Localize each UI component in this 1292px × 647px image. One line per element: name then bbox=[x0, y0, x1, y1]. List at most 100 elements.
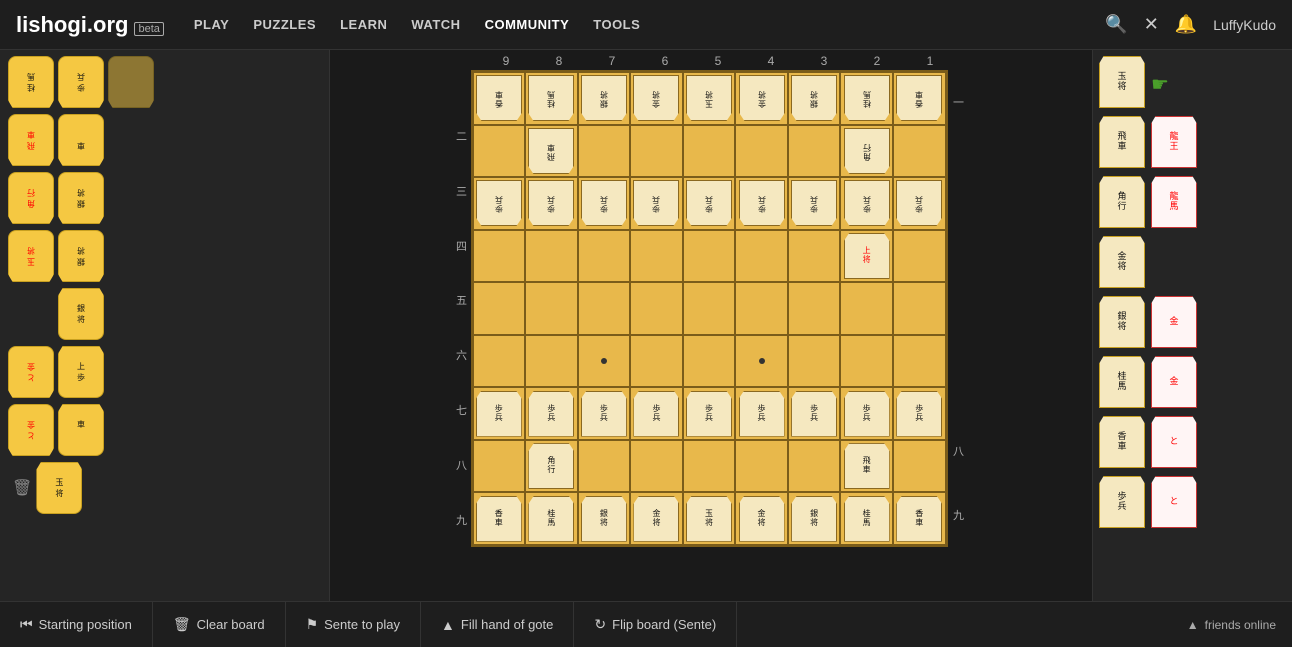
cell-r8-c9[interactable] bbox=[893, 440, 946, 493]
left-piece-1[interactable]: 桂馬 bbox=[8, 56, 54, 108]
cell-r9-c7[interactable]: 銀将 bbox=[788, 492, 841, 545]
nav-tools[interactable]: TOOLS bbox=[593, 17, 640, 32]
rp-lance-promoted[interactable]: と bbox=[1151, 416, 1197, 468]
cell-r3-c7[interactable]: 歩兵 bbox=[788, 177, 841, 230]
cell-r2-c2[interactable]: 飛車 bbox=[525, 125, 578, 178]
piece-r3-c1[interactable]: 歩兵 bbox=[476, 180, 522, 226]
piece-r9-c3[interactable]: 銀将 bbox=[581, 496, 627, 542]
piece-r7-c4[interactable]: 歩兵 bbox=[633, 391, 679, 437]
rp-rook[interactable]: 飛車 bbox=[1099, 116, 1145, 168]
rp-knight-promoted[interactable]: 金 bbox=[1151, 356, 1197, 408]
rp-rook-promoted[interactable]: 龍王 bbox=[1151, 116, 1197, 168]
left-piece-5[interactable]: 車 bbox=[58, 114, 104, 166]
cell-r5-c6[interactable] bbox=[735, 282, 788, 335]
piece-r9-c6[interactable]: 金将 bbox=[739, 496, 785, 542]
cell-r3-c9[interactable]: 歩兵 bbox=[893, 177, 946, 230]
cell-r1-c7[interactable]: 銀将 bbox=[788, 72, 841, 125]
close-icon[interactable]: ✕ bbox=[1144, 14, 1159, 35]
left-piece-12[interactable]: 上歩 bbox=[58, 346, 104, 398]
piece-r3-c9[interactable]: 歩兵 bbox=[896, 180, 942, 226]
piece-r7-c5[interactable]: 歩兵 bbox=[686, 391, 732, 437]
cell-r2-c9[interactable] bbox=[893, 125, 946, 178]
left-piece-14[interactable]: 車 bbox=[58, 404, 104, 456]
piece-r1-c2[interactable]: 桂馬 bbox=[528, 75, 574, 121]
left-piece-2[interactable]: 歩兵 bbox=[58, 56, 104, 108]
cell-r7-c5[interactable]: 歩兵 bbox=[683, 387, 736, 440]
piece-r3-c7[interactable]: 歩兵 bbox=[791, 180, 837, 226]
cell-r5-c2[interactable] bbox=[525, 282, 578, 335]
piece-r1-c3[interactable]: 銀将 bbox=[581, 75, 627, 121]
cell-r1-c1[interactable]: 香車 bbox=[473, 72, 526, 125]
cell-r3-c2[interactable]: 歩兵 bbox=[525, 177, 578, 230]
piece-r1-c6[interactable]: 金将 bbox=[739, 75, 785, 121]
search-icon[interactable]: 🔍 bbox=[1105, 14, 1127, 35]
cell-r7-c8[interactable]: 歩兵 bbox=[840, 387, 893, 440]
left-piece-7[interactable]: 銀将 bbox=[58, 172, 104, 224]
cell-r6-c6[interactable] bbox=[735, 335, 788, 388]
piece-r1-c4[interactable]: 金将 bbox=[633, 75, 679, 121]
starting-position-btn[interactable]: ⏮ Starting position bbox=[0, 602, 153, 647]
piece-r9-c2[interactable]: 桂馬 bbox=[528, 496, 574, 542]
cell-r8-c7[interactable] bbox=[788, 440, 841, 493]
cell-r4-c8[interactable]: 上将 bbox=[840, 230, 893, 283]
cell-r1-c3[interactable]: 銀将 bbox=[578, 72, 631, 125]
cell-r5-c7[interactable] bbox=[788, 282, 841, 335]
cell-r4-c6[interactable] bbox=[735, 230, 788, 283]
left-piece-11[interactable]: と金 bbox=[8, 346, 54, 398]
piece-r1-c8[interactable]: 桂馬 bbox=[844, 75, 890, 121]
shogi-board[interactable]: 香車桂馬銀将金将玉将金将銀将桂馬香車飛車角行歩兵歩兵歩兵歩兵歩兵歩兵歩兵歩兵歩兵… bbox=[471, 70, 948, 547]
left-piece-8[interactable]: 玉将 bbox=[8, 230, 54, 282]
cell-r8-c6[interactable] bbox=[735, 440, 788, 493]
left-piece-13[interactable]: と金 bbox=[8, 404, 54, 456]
cell-r6-c7[interactable] bbox=[788, 335, 841, 388]
cell-r4-c1[interactable] bbox=[473, 230, 526, 283]
cell-r5-c4[interactable] bbox=[630, 282, 683, 335]
cell-r2-c4[interactable] bbox=[630, 125, 683, 178]
cell-r9-c9[interactable]: 香車 bbox=[893, 492, 946, 545]
cell-r4-c2[interactable] bbox=[525, 230, 578, 283]
piece-r9-c9[interactable]: 香車 bbox=[896, 496, 942, 542]
rp-knight[interactable]: 桂馬 bbox=[1099, 356, 1145, 408]
piece-r3-c4[interactable]: 歩兵 bbox=[633, 180, 679, 226]
piece-r7-c8[interactable]: 歩兵 bbox=[844, 391, 890, 437]
cell-r3-c6[interactable]: 歩兵 bbox=[735, 177, 788, 230]
nav-community[interactable]: COMMUNITY bbox=[485, 17, 570, 32]
cell-r5-c1[interactable] bbox=[473, 282, 526, 335]
cell-r6-c4[interactable] bbox=[630, 335, 683, 388]
cell-r3-c8[interactable]: 歩兵 bbox=[840, 177, 893, 230]
rp-bishop[interactable]: 角行 bbox=[1099, 176, 1145, 228]
rp-king[interactable]: 玉将 bbox=[1099, 56, 1145, 108]
cell-r6-c1[interactable] bbox=[473, 335, 526, 388]
piece-r3-c8[interactable]: 歩兵 bbox=[844, 180, 890, 226]
cell-r8-c2[interactable]: 角行 bbox=[525, 440, 578, 493]
piece-r4-c8[interactable]: 上将 bbox=[844, 233, 890, 279]
rp-lance[interactable]: 香車 bbox=[1099, 416, 1145, 468]
piece-r3-c6[interactable]: 歩兵 bbox=[739, 180, 785, 226]
piece-r3-c2[interactable]: 歩兵 bbox=[528, 180, 574, 226]
left-piece-10[interactable]: 銀将 bbox=[58, 288, 104, 340]
piece-r9-c8[interactable]: 桂馬 bbox=[844, 496, 890, 542]
cell-r9-c5[interactable]: 玉将 bbox=[683, 492, 736, 545]
rp-bishop-promoted[interactable]: 龍馬 bbox=[1151, 176, 1197, 228]
cell-r3-c5[interactable]: 歩兵 bbox=[683, 177, 736, 230]
cell-r4-c5[interactable] bbox=[683, 230, 736, 283]
piece-r8-c8[interactable]: 飛車 bbox=[844, 443, 890, 489]
cell-r7-c2[interactable]: 歩兵 bbox=[525, 387, 578, 440]
piece-r7-c1[interactable]: 歩兵 bbox=[476, 391, 522, 437]
left-piece-6[interactable]: 角行 bbox=[8, 172, 54, 224]
piece-r1-c1[interactable]: 香車 bbox=[476, 75, 522, 121]
cell-r9-c1[interactable]: 香車 bbox=[473, 492, 526, 545]
cell-r6-c8[interactable] bbox=[840, 335, 893, 388]
cell-r8-c4[interactable] bbox=[630, 440, 683, 493]
logo-text[interactable]: lishogi.org bbox=[16, 12, 128, 38]
piece-r7-c7[interactable]: 歩兵 bbox=[791, 391, 837, 437]
cell-r5-c8[interactable] bbox=[840, 282, 893, 335]
nav-puzzles[interactable]: PUZZLES bbox=[253, 17, 316, 32]
sente-to-play-btn[interactable]: ⚑ Sente to play bbox=[286, 602, 421, 647]
cell-r2-c6[interactable] bbox=[735, 125, 788, 178]
left-piece-15[interactable]: 玉将 bbox=[36, 462, 82, 514]
cell-r2-c3[interactable] bbox=[578, 125, 631, 178]
cell-r1-c9[interactable]: 香車 bbox=[893, 72, 946, 125]
cell-r7-c7[interactable]: 歩兵 bbox=[788, 387, 841, 440]
piece-r9-c4[interactable]: 金将 bbox=[633, 496, 679, 542]
